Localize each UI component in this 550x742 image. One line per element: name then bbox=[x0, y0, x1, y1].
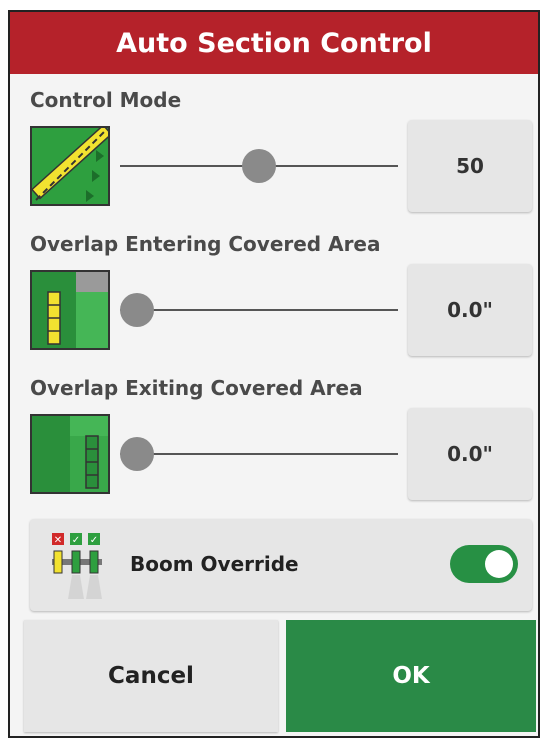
overlap-entering-icon bbox=[30, 270, 110, 350]
control-mode-value-button[interactable]: 50 bbox=[408, 120, 532, 212]
boom-override-row[interactable]: ✕ ✓ ✓ Boom Override bbox=[30, 519, 532, 611]
svg-text:✓: ✓ bbox=[90, 535, 98, 546]
svg-text:✕: ✕ bbox=[54, 535, 62, 546]
auto-section-control-dialog: Auto Section Control Control Mode 50 Ove… bbox=[8, 10, 540, 738]
boom-override-label: Boom Override bbox=[130, 552, 299, 576]
control-mode-value: 50 bbox=[456, 154, 484, 178]
control-mode-label: Control Mode bbox=[30, 88, 182, 112]
overlap-entering-slider[interactable] bbox=[120, 290, 398, 330]
overlap-exiting-label: Overlap Exiting Covered Area bbox=[30, 376, 363, 400]
overlap-exiting-value: 0.0" bbox=[447, 442, 493, 466]
overlap-exiting-icon bbox=[30, 414, 110, 494]
overlap-exiting-value-button[interactable]: 0.0" bbox=[408, 408, 532, 500]
control-mode-slider[interactable] bbox=[120, 146, 398, 186]
boom-sections-icon: ✕ ✓ ✓ bbox=[50, 529, 120, 601]
slider-thumb[interactable] bbox=[242, 149, 276, 183]
ok-button-label: OK bbox=[392, 663, 430, 689]
cancel-button[interactable]: Cancel bbox=[24, 620, 278, 732]
overlap-entering-value: 0.0" bbox=[447, 298, 493, 322]
svg-text:✓: ✓ bbox=[72, 535, 80, 546]
toggle-knob bbox=[485, 550, 513, 578]
boom-override-toggle[interactable] bbox=[450, 545, 518, 583]
swath-line-icon bbox=[30, 126, 110, 206]
cancel-button-label: Cancel bbox=[108, 663, 194, 689]
slider-track bbox=[120, 309, 398, 311]
overlap-exiting-slider[interactable] bbox=[120, 434, 398, 474]
overlap-entering-value-button[interactable]: 0.0" bbox=[408, 264, 532, 356]
overlap-entering-label: Overlap Entering Covered Area bbox=[30, 232, 381, 256]
dialog-title-bar: Auto Section Control bbox=[10, 12, 538, 74]
slider-track bbox=[120, 453, 398, 455]
slider-thumb[interactable] bbox=[120, 293, 154, 327]
dialog-title: Auto Section Control bbox=[116, 27, 432, 59]
ok-button[interactable]: OK bbox=[286, 620, 536, 732]
slider-thumb[interactable] bbox=[120, 437, 154, 471]
